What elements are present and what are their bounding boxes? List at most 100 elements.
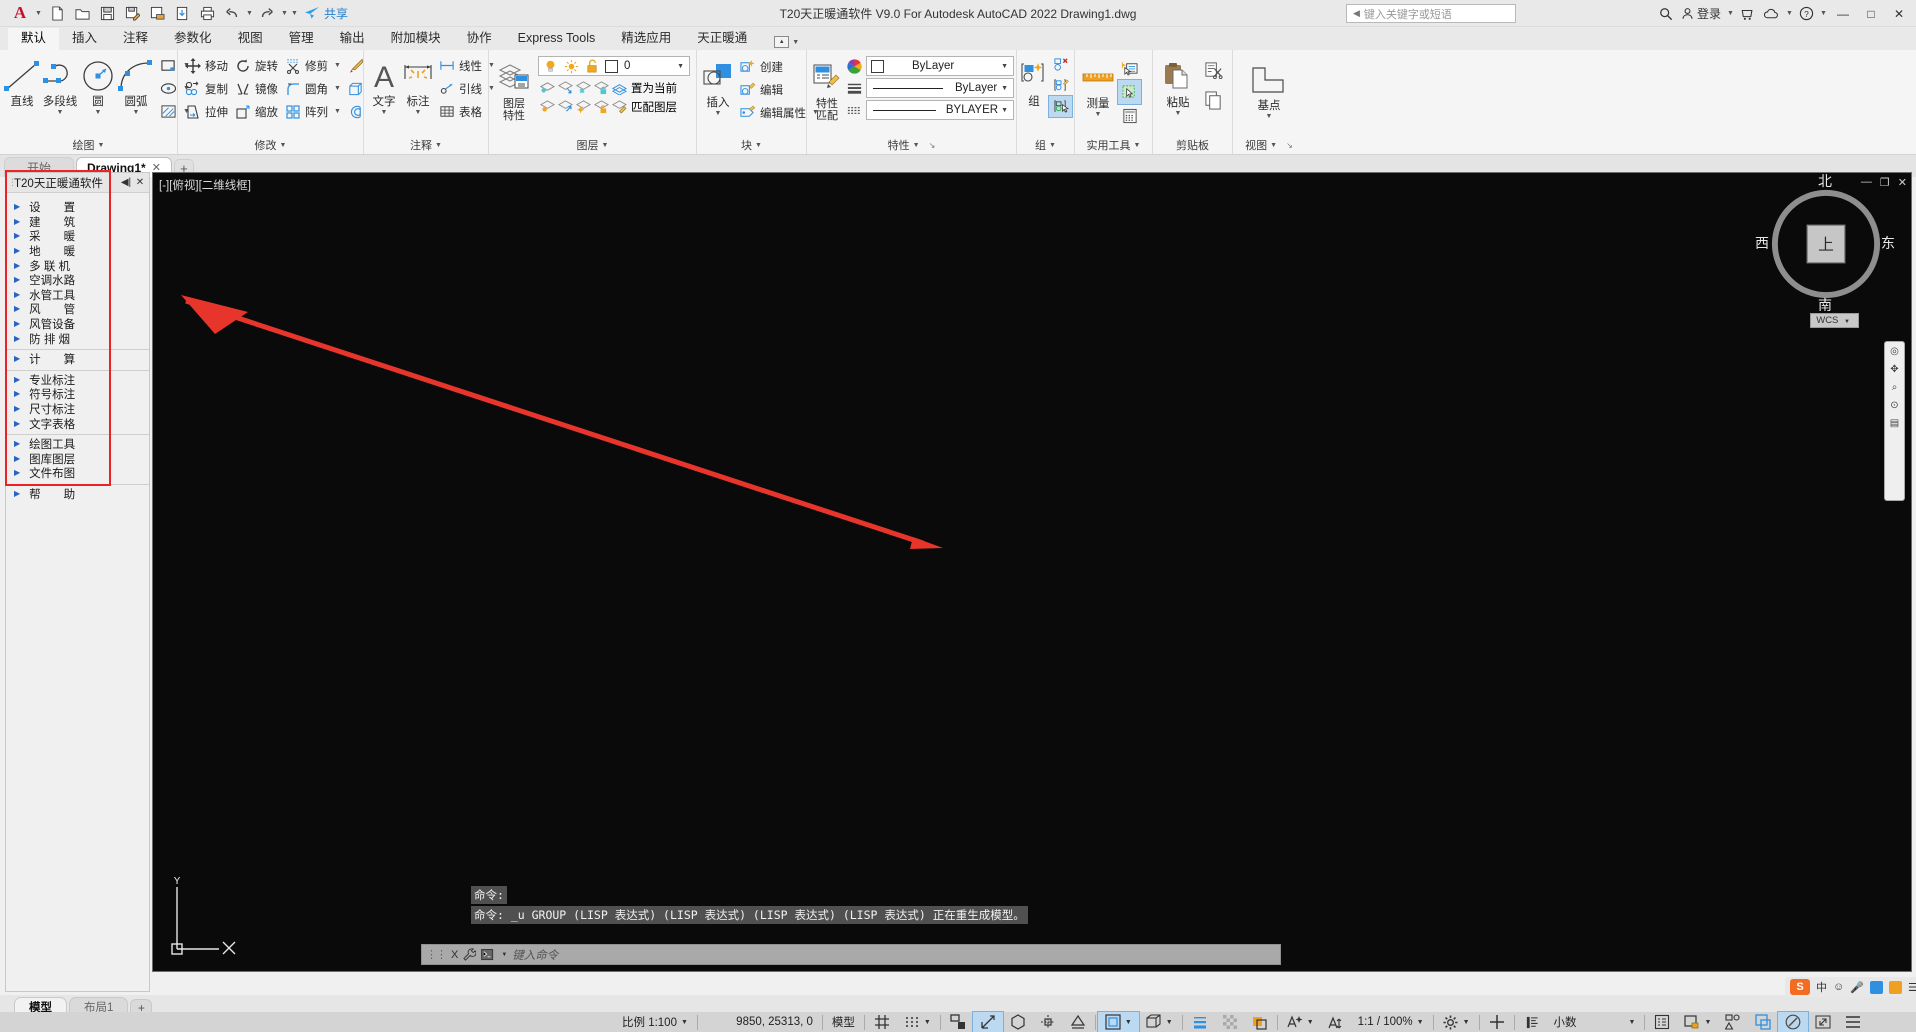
toolbox-icon[interactable] [1888,980,1902,994]
measure-button[interactable]: 测量 ▼ [1078,56,1118,118]
showmotion-icon[interactable]: ▤ [1890,418,1899,429]
cloud-chevron-down-icon[interactable]: ▼ [1785,10,1794,17]
copy-clip-button[interactable] [1200,85,1226,115]
panel-block-chevron-down-icon[interactable]: ▼ [755,142,762,149]
open-cloud-icon[interactable] [170,2,194,24]
command-line-bar[interactable]: ⋮⋮ X ▼ 键入命令 [421,944,1281,965]
help-chevron-down-icon[interactable]: ▼ [1819,10,1828,17]
object-snap-tracking-toggle[interactable] [1033,1012,1063,1032]
panel-draw-chevron-down-icon[interactable]: ▼ [98,142,105,149]
ribbon-tab-annotate[interactable]: 注释 [110,28,161,50]
group-button[interactable]: 组 [1020,54,1048,109]
modify-array-button[interactable]: 阵列 ▼ [281,100,344,123]
new-document-icon[interactable] [45,2,69,24]
draw-polyline-button[interactable]: 多段线 ▼ [41,54,79,116]
app-menu-chevron-down-icon[interactable]: ▼ [34,10,43,17]
properties-dialog-launcher-icon[interactable]: ↘ [929,141,936,150]
palette-item[interactable]: ▶ 空调水路 [6,273,149,288]
quick-calc-select-button[interactable] [1117,79,1142,105]
ungroup-button[interactable] [1049,54,1072,75]
workspace-chevron-down-icon[interactable]: ▼ [1463,1019,1470,1026]
layer-chevron-down-icon[interactable]: ▼ [674,63,687,70]
annovis-chevron-down-icon[interactable]: ▼ [1307,1019,1314,1026]
customization-button[interactable] [1838,1012,1868,1032]
layer-match-label[interactable]: 匹配图层 [631,99,677,115]
units-chevron-down-icon[interactable]: ▼ [1629,1019,1636,1026]
snap-chevron-down-icon[interactable]: ▼ [924,1019,931,1026]
modify-rotate-button[interactable]: 旋转 [231,54,281,77]
layer-unlock-2-icon[interactable] [592,98,609,115]
ribbon-tab-collaborate[interactable]: 协作 [454,28,505,50]
ribbon-tab-featured-apps[interactable]: 精选应用 [608,28,684,50]
color-selector[interactable]: ByLayer ▼ [866,56,1014,76]
command-chevron-down-icon[interactable]: ▼ [501,952,507,958]
layer-isolate-icon[interactable] [538,79,555,96]
drawing-viewport[interactable]: [-][俯视][二维线框] — ❐ ✕ 上 北 南 东 西 WCS ▼ ◎ ✥ … [152,172,1912,972]
panel-view-title[interactable]: 视图 ▼ ↘ [1233,136,1305,154]
array-chevron-down-icon[interactable]: ▼ [334,108,341,115]
layer-match-icon[interactable] [610,98,627,115]
ribbon-tab-parametric[interactable]: 参数化 [161,28,225,50]
panel-block-title[interactable]: 块 ▼ [697,136,806,154]
palette-item[interactable]: ▶ 计 算 [6,352,149,367]
panel-properties-chevron-down-icon[interactable]: ▼ [913,142,920,149]
panel-layer-chevron-down-icon[interactable]: ▼ [602,142,609,149]
hardware-acceleration-button[interactable] [1482,1012,1512,1032]
command-input[interactable]: 键入命令 [512,947,1276,963]
undo-chevron-down-icon[interactable]: ▼ [245,10,254,17]
annotation-scale-value[interactable]: 1:1 / 100% ▼ [1351,1012,1431,1032]
account-chevron-down-icon[interactable]: ▼ [1726,10,1735,17]
palette-item[interactable]: ▶ 风 管 [6,302,149,317]
palette-item[interactable]: ▶ 设 置 [6,200,149,215]
palette-item[interactable]: ▶ 水管工具 [6,288,149,303]
menu-icon[interactable]: ☰ [1908,981,1916,994]
lineweight-chevron-down-icon[interactable]: ▼ [998,85,1011,92]
ribbon-minimize-button[interactable]: ▲ [774,36,790,48]
units-selector[interactable]: 小数 ▼ [1517,1012,1643,1032]
annotation-scale-selector[interactable]: 比例 1:100 ▼ [615,1012,695,1032]
annoscale-chevron-down-icon[interactable]: ▼ [1417,1019,1424,1026]
palette-close-icon[interactable]: ✕ [133,177,147,188]
isolate-chevron-down-icon[interactable]: ▼ [1704,1019,1711,1026]
save-as-icon[interactable] [120,2,144,24]
modify-stretch-button[interactable]: 拉伸 [181,100,231,123]
ribbon-tab-output[interactable]: 输出 [327,28,378,50]
view-dialog-launcher-icon[interactable]: ↘ [1286,141,1293,150]
wcs-chevron-down-icon[interactable]: ▼ [1844,319,1850,325]
cut-button[interactable] [1200,55,1226,85]
arc-chevron-down-icon[interactable]: ▼ [133,109,140,116]
polar-tracking-toggle[interactable] [971,1011,1004,1032]
command-grip-icon[interactable]: ⋮⋮ [426,948,447,961]
sign-in-button[interactable]: 登录 [1678,3,1724,25]
redo-chevron-down-icon[interactable]: ▼ [280,10,289,17]
ribbon-tab-addins[interactable]: 附加模块 [378,28,454,50]
coordinates-display[interactable]: 9850, 25313, 0 [700,1012,820,1032]
annotation-visibility-toggle[interactable]: ▼ [1280,1012,1321,1032]
ribbon-tab-manage[interactable]: 管理 [276,28,327,50]
transparency-toggle[interactable] [1215,1012,1245,1032]
layer-on-icon[interactable] [538,98,555,115]
group-selection-button[interactable] [1048,95,1073,118]
steering-wheel-icon[interactable]: ◎ [1890,346,1899,357]
help-icon[interactable]: ? [1796,3,1817,25]
panel-annotation-chevron-down-icon[interactable]: ▼ [435,142,442,149]
palette-item[interactable]: ▶ 建 筑 [6,215,149,230]
base-point-chevron-down-icon[interactable]: ▼ [1266,113,1273,120]
palette-item[interactable]: ▶ 防 排 烟 [6,331,149,346]
autocad-a-icon[interactable]: A [6,2,34,24]
measure-chevron-down-icon[interactable]: ▼ [1095,111,1102,118]
save-cloud-icon[interactable] [145,2,169,24]
palette-item[interactable]: ▶ 文字表格 [6,416,149,431]
dim-chevron-down-icon[interactable]: ▼ [415,109,422,116]
command-prompt-icon[interactable] [481,948,496,961]
pan-hand-icon[interactable]: ✥ [1890,364,1898,375]
modify-copy-button[interactable]: 复制 [181,77,231,100]
lineweight-toggle[interactable] [1185,1012,1215,1032]
graphics-mode-button[interactable] [1777,1011,1810,1032]
draw-line-button[interactable]: 直线 [3,54,41,109]
auto-hide-icon[interactable]: ◀| [119,177,133,188]
palette-item[interactable]: ▶ 专业标注 [6,373,149,388]
palette-item[interactable]: ▶ 图库图层 [6,452,149,467]
annotation-dim-button[interactable]: 标注 ▼ [401,54,435,116]
block-insert-button[interactable]: 插入 ▼ [700,55,736,117]
